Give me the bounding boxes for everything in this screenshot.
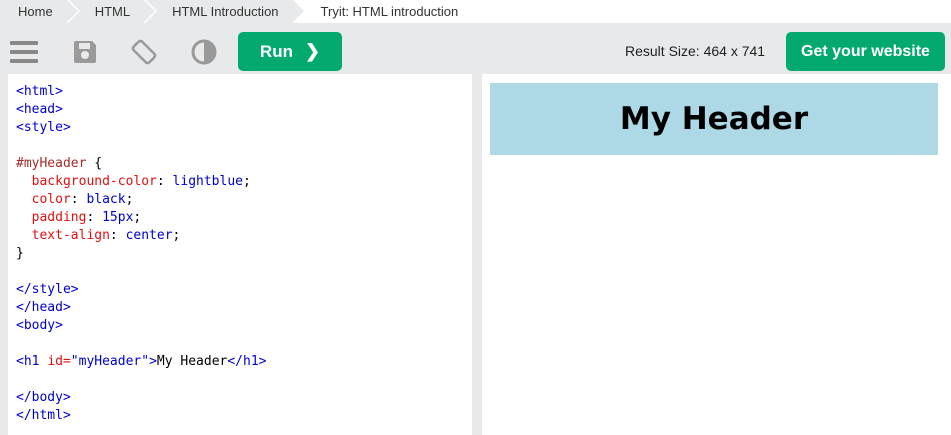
code-token: id= [47, 354, 71, 369]
breadcrumb-html-introduction-label: HTML Introduction [172, 4, 279, 19]
get-your-website-button[interactable]: Get your website [786, 32, 945, 71]
code-line: <html> [16, 83, 472, 101]
code-line: #myHeader { [16, 155, 472, 173]
save-icon[interactable] [70, 37, 100, 67]
panel-splitter[interactable] [472, 74, 482, 435]
code-token: </html> [16, 408, 71, 423]
code-line: </html> [16, 407, 472, 425]
chevron-right-icon: ❯ [304, 41, 321, 61]
code-token: text-align [16, 228, 110, 243]
code-line: <head> [16, 101, 472, 119]
contrast-icon[interactable] [189, 37, 219, 67]
code-token: <style> [16, 120, 71, 135]
code-token: </h1> [227, 354, 267, 369]
code-token: } [16, 246, 24, 261]
code-token: #myHeader [16, 156, 87, 171]
code-token: 15px [102, 210, 134, 225]
code-token: { [86, 156, 103, 171]
code-token: "myHeader" [70, 354, 150, 369]
code-line: <h1 id="myHeader">My Header</h1> [16, 353, 472, 371]
code-token: padding [16, 210, 87, 225]
code-token: </head> [16, 300, 71, 315]
code-line: } [16, 245, 472, 263]
code-token: : [156, 174, 173, 189]
hamburger-icon[interactable] [9, 37, 39, 67]
breadcrumb-current-label: Tryit: HTML introduction [320, 4, 459, 19]
breadcrumb-home[interactable]: Home [0, 0, 80, 23]
code-line: </head> [16, 299, 472, 317]
code-line: background-color: lightblue; [16, 173, 472, 191]
code-token: ; [172, 228, 181, 243]
code-token: background-color [16, 174, 157, 189]
result-panel: My Header [482, 74, 951, 435]
breadcrumb: Home HTML HTML Introduction Tryit: HTML … [0, 0, 951, 23]
code-token: <body> [16, 318, 63, 333]
code-line: color: black; [16, 191, 472, 209]
breadcrumb-current: Tryit: HTML introduction [294, 0, 473, 23]
code-token: ; [133, 210, 142, 225]
code-token: ; [125, 192, 134, 207]
code-token: : [109, 228, 126, 243]
result-header: My Header [490, 83, 938, 155]
code-token: <h1 [16, 354, 48, 369]
code-content[interactable]: <html> <head> <style> #myHeader { backgrou… [8, 74, 472, 425]
code-token: > [149, 354, 157, 369]
code-token: <html> [16, 84, 63, 99]
code-token: black [86, 192, 126, 207]
breadcrumb-html-label: HTML [94, 4, 131, 19]
run-button[interactable]: Run ❯ [238, 32, 342, 71]
code-token: </style> [16, 282, 79, 297]
code-editor[interactable]: <html> <head> <style> #myHeader { backgrou… [8, 74, 472, 435]
breadcrumb-html-introduction[interactable]: HTML Introduction [146, 0, 307, 23]
code-token: : [70, 192, 87, 207]
code-line: padding: 15px; [16, 209, 472, 227]
code-line: </style> [16, 281, 472, 299]
run-button-label: Run [259, 41, 293, 61]
code-token: : [86, 210, 103, 225]
code-token: </body> [16, 390, 71, 405]
code-line: <style> [16, 119, 472, 137]
code-line: <body> [16, 317, 472, 335]
code-line: </body> [16, 389, 472, 407]
breadcrumb-home-label: Home [18, 4, 53, 19]
rotate-icon[interactable] [129, 37, 159, 67]
toolbar: Run ❯ Result Size: 464 x 741 Get your we… [0, 29, 951, 74]
code-token: center [125, 228, 173, 243]
breadcrumb-html[interactable]: HTML [68, 0, 158, 23]
code-token: <head> [16, 102, 63, 117]
code-token: lightblue [172, 174, 243, 189]
code-token: color [16, 192, 71, 207]
code-token: My Header [156, 354, 228, 369]
code-line: text-align: center; [16, 227, 472, 245]
result-size: Result Size: 464 x 741 [625, 43, 766, 59]
code-token: ; [243, 174, 251, 189]
